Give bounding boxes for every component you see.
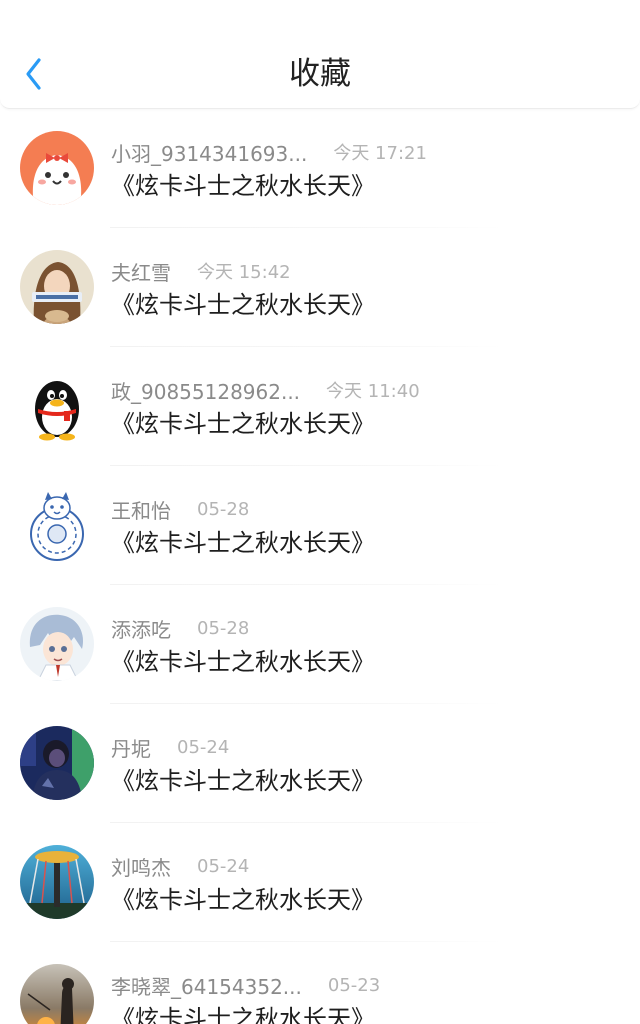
list-item[interactable]: 小羽_9314341693... 今天 17:21 《炫卡斗士之秋水长天》 <box>0 109 640 228</box>
comic-title[interactable]: 《炫卡斗士之秋水长天》 <box>111 1003 375 1024</box>
item-meta: 添添吃 05-28 <box>111 614 249 642</box>
comic-title[interactable]: 《炫卡斗士之秋水长天》 <box>111 884 375 916</box>
timestamp: 05-24 <box>177 736 230 758</box>
item-meta: 政_90855128962... 今天 11:40 <box>111 376 420 404</box>
item-meta: 刘鸣杰 05-24 <box>111 852 249 880</box>
girl-photo-avatar[interactable] <box>20 250 94 324</box>
timestamp: 今天 15:42 <box>197 262 291 283</box>
timestamp: 今天 11:40 <box>326 381 420 402</box>
timestamp: 05-28 <box>197 498 250 520</box>
night-portrait-avatar[interactable] <box>20 726 94 800</box>
user-name[interactable]: 刘鸣杰 <box>111 852 171 881</box>
comic-title[interactable]: 《炫卡斗士之秋水长天》 <box>111 765 375 797</box>
cartoon-ghost-avatar[interactable] <box>20 131 94 205</box>
user-name[interactable]: 添添吃 <box>111 614 171 643</box>
item-meta: 李晓翠_64154352... 05-23 <box>111 971 380 999</box>
favorites-list: 小羽_9314341693... 今天 17:21 《炫卡斗士之秋水长天》 夫红… <box>0 109 640 1024</box>
timestamp: 05-28 <box>197 617 250 639</box>
comic-title[interactable]: 《炫卡斗士之秋水长天》 <box>111 289 375 321</box>
timestamp: 05-23 <box>327 974 381 996</box>
timestamp: 05-24 <box>197 855 250 877</box>
comic-title[interactable]: 《炫卡斗士之秋水长天》 <box>111 408 375 440</box>
favorites-screen: 收藏 小羽_9314341693... 今天 17:21 《炫卡斗士之秋水长天》… <box>0 0 640 1024</box>
item-meta: 夫红雪 今天 15:42 <box>111 257 291 285</box>
item-meta: 王和怡 05-28 <box>111 495 249 523</box>
list-item[interactable]: 添添吃 05-28 《炫卡斗士之秋水长天》 <box>0 585 640 704</box>
item-meta: 小羽_9314341693... 今天 17:21 <box>111 138 427 166</box>
comic-title[interactable]: 《炫卡斗士之秋水长天》 <box>111 527 375 559</box>
user-name[interactable]: 小羽_9314341693... <box>111 138 307 167</box>
list-item[interactable]: 刘鸣杰 05-24 《炫卡斗士之秋水长天》 <box>0 823 640 942</box>
list-item[interactable]: 丹坭 05-24 《炫卡斗士之秋水长天》 <box>0 704 640 823</box>
comic-title[interactable]: 《炫卡斗士之秋水长天》 <box>111 170 375 202</box>
porcelain-tiger-avatar[interactable] <box>20 488 94 562</box>
anime-boy-avatar[interactable] <box>20 607 94 681</box>
user-name[interactable]: 夫红雪 <box>111 257 171 286</box>
user-name[interactable]: 李晓翠_64154352... <box>111 971 302 1000</box>
user-name[interactable]: 丹坭 <box>111 733 151 762</box>
penguin-avatar[interactable] <box>20 369 94 443</box>
list-item[interactable]: 夫红雪 今天 15:42 《炫卡斗士之秋水长天》 <box>0 228 640 347</box>
list-item[interactable]: 王和怡 05-28 《炫卡斗士之秋水长天》 <box>0 466 640 585</box>
list-item[interactable]: 李晓翠_64154352... 05-23 《炫卡斗士之秋水长天》 <box>0 942 640 1024</box>
top-navigation-bar: 收藏 <box>0 0 640 109</box>
user-name[interactable]: 政_90855128962... <box>111 376 300 405</box>
user-name[interactable]: 王和怡 <box>111 495 171 524</box>
comic-title[interactable]: 《炫卡斗士之秋水长天》 <box>111 646 375 678</box>
item-meta: 丹坭 05-24 <box>111 733 229 761</box>
page-title: 收藏 <box>289 56 351 92</box>
timestamp: 今天 17:21 <box>333 143 427 164</box>
fair-ride-avatar[interactable] <box>20 845 94 919</box>
sunset-figure-avatar[interactable] <box>20 964 94 1024</box>
list-item[interactable]: 政_90855128962... 今天 11:40 《炫卡斗士之秋水长天》 <box>0 347 640 466</box>
